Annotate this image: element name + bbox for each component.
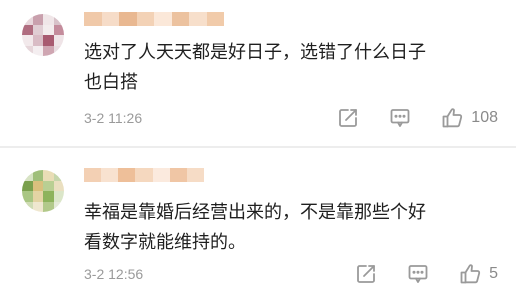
mosaic-tile: [22, 201, 33, 212]
mosaic-tile: [32, 191, 43, 202]
like-button[interactable]: 5: [459, 263, 498, 285]
comment-icon: [390, 109, 410, 127]
comment-item: 选对了人天天都是好日子，选错了什么日子 也白搭 3-2 11:26 108: [0, 0, 516, 146]
comment-icon: [408, 265, 428, 283]
comment-text: 选对了人天天都是好日子，选错了什么日子 也白搭: [84, 38, 504, 98]
like-count: 5: [489, 265, 498, 282]
thumbs-up-icon: [460, 264, 481, 284]
mosaic-tile: [32, 24, 43, 35]
comment-actions: 5: [355, 263, 498, 285]
share-icon: [339, 109, 358, 127]
mosaic-tile: [22, 45, 33, 56]
mosaic-tile: [152, 168, 170, 182]
mosaic-tile: [135, 168, 153, 182]
mosaic-tile: [189, 12, 207, 26]
comment-text-line: 看数字就能维持的。: [84, 232, 246, 253]
reply-button[interactable]: [407, 263, 429, 285]
mosaic-tile: [32, 201, 43, 212]
share-button[interactable]: [337, 107, 359, 129]
mosaic-tile: [43, 24, 54, 35]
mosaic-tile: [53, 201, 64, 212]
timestamp: 3-2 11:26: [84, 110, 143, 126]
mosaic-tile: [53, 14, 64, 25]
mosaic-tile: [136, 12, 154, 26]
mosaic-tile: [22, 14, 33, 25]
avatar-mosaic: [22, 14, 64, 56]
mosaic-tile: [169, 168, 187, 182]
mosaic-tile: [22, 170, 33, 181]
username-blurred[interactable]: [84, 12, 224, 26]
share-button[interactable]: [355, 263, 377, 285]
mosaic-tile: [43, 201, 54, 212]
avatar[interactable]: [22, 14, 64, 56]
thumbs-up-icon: [442, 108, 463, 128]
mosaic-tile: [43, 170, 54, 181]
avatar-mosaic: [22, 170, 64, 212]
mosaic-tile: [43, 14, 54, 25]
comment-text-line: 幸福是靠婚后经营出来的，不是靠那些个好: [84, 202, 426, 223]
comment-meta: 3-2 12:56 5: [84, 264, 498, 284]
mosaic-tile: [32, 180, 43, 191]
mosaic-tile: [186, 168, 204, 182]
mosaic-tile: [43, 35, 54, 46]
mosaic-tile: [53, 24, 64, 35]
comment-actions: 108: [337, 107, 498, 129]
mosaic-tile: [154, 12, 172, 26]
mosaic-tile: [206, 12, 224, 26]
mosaic-tile: [43, 191, 54, 202]
mosaic-tile: [32, 35, 43, 46]
mosaic-tile: [53, 180, 64, 191]
mosaic-tile: [118, 168, 136, 182]
mosaic-tile: [119, 12, 137, 26]
mosaic-tile: [32, 170, 43, 181]
mosaic-tile: [22, 35, 33, 46]
mosaic-tile: [53, 35, 64, 46]
comment-text-line: 也白搭: [84, 72, 138, 93]
comment-text-line: 选对了人天天都是好日子，选错了什么日子: [84, 42, 426, 63]
mosaic-tile: [43, 180, 54, 191]
comment-item: 幸福是靠婚后经营出来的，不是靠那些个好 看数字就能维持的。 3-2 12:56: [0, 148, 516, 294]
mosaic-tile: [22, 191, 33, 202]
mosaic-tile: [84, 12, 102, 26]
reply-button[interactable]: [389, 107, 411, 129]
mosaic-tile: [22, 180, 33, 191]
mosaic-tile: [101, 12, 119, 26]
mosaic-tile: [22, 24, 33, 35]
mosaic-tile: [171, 12, 189, 26]
like-count: 108: [471, 109, 498, 126]
comment-text: 幸福是靠婚后经营出来的，不是靠那些个好 看数字就能维持的。: [84, 198, 504, 258]
like-button[interactable]: 108: [441, 107, 498, 129]
username-blurred[interactable]: [84, 168, 204, 182]
share-icon: [357, 265, 375, 283]
mosaic-tile: [53, 191, 64, 202]
mosaic-tile: [53, 45, 64, 56]
comment-meta: 3-2 11:26 108: [84, 108, 498, 128]
timestamp: 3-2 12:56: [84, 266, 144, 282]
avatar[interactable]: [22, 170, 64, 212]
mosaic-tile: [32, 14, 43, 25]
mosaic-tile: [101, 168, 119, 182]
mosaic-tile: [32, 45, 43, 56]
mosaic-tile: [84, 168, 102, 182]
mosaic-tile: [43, 45, 54, 56]
mosaic-tile: [53, 170, 64, 181]
